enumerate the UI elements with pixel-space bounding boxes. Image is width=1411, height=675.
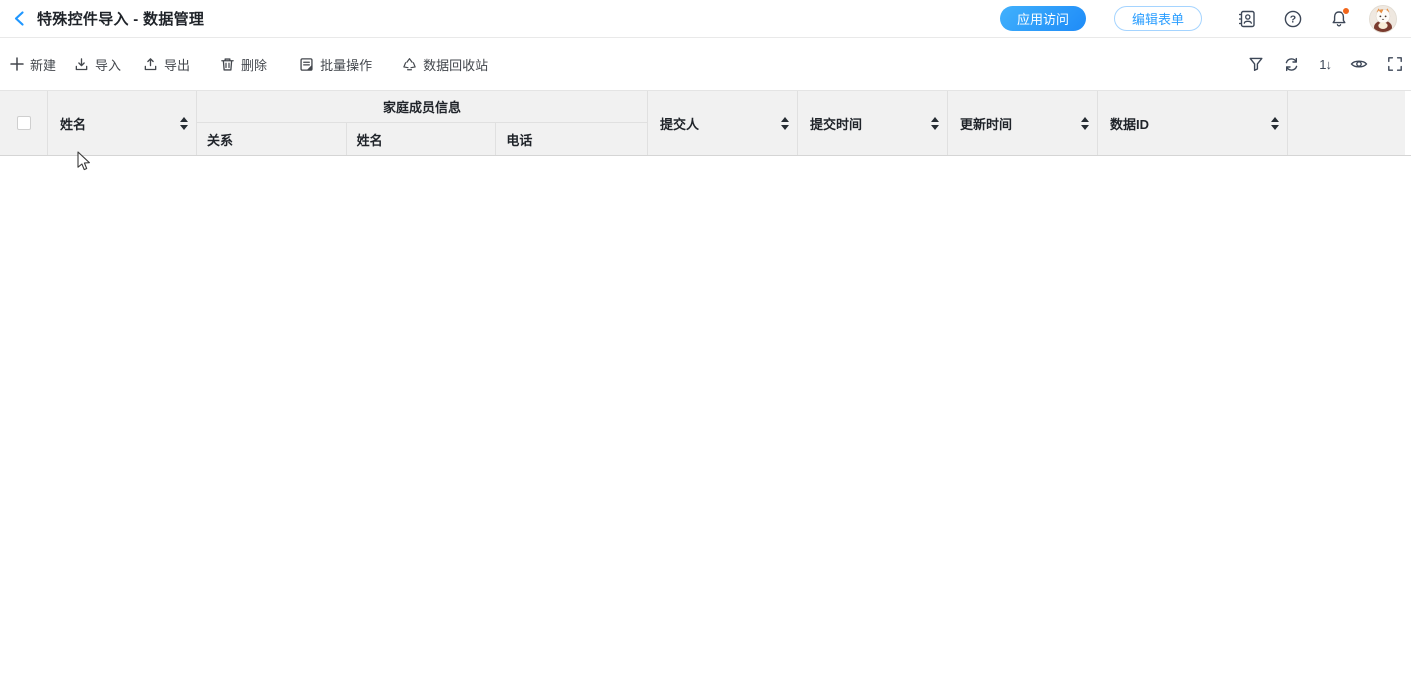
refresh-button[interactable] [1283,56,1300,73]
column-header-data-id[interactable]: 数据ID [1098,91,1288,155]
import-button[interactable]: 导入 [74,55,121,74]
plus-icon [10,57,24,71]
sort-toggle-icon[interactable] [180,117,188,130]
eye-icon [1350,56,1368,72]
sort-order-button[interactable]: 1↓ [1319,57,1331,72]
export-button[interactable]: 导出 [143,55,190,74]
column-group-family-members: 家庭成员信息 关系 姓名 电话 [197,91,648,155]
toolbar-label: 导出 [164,55,190,74]
page-title: 特殊控件导入 - 数据管理 [37,8,204,29]
back-button[interactable] [12,10,27,27]
fullscreen-button[interactable] [1387,56,1403,72]
chevron-left-icon [12,10,27,27]
help-icon[interactable]: ? [1283,9,1303,29]
user-avatar[interactable] [1369,5,1397,33]
select-all-cell [0,91,48,155]
group-label: 家庭成员信息 [383,97,461,116]
column-header-trailing-empty [1288,91,1405,155]
delete-button[interactable]: 删除 [220,55,267,74]
top-bar: 特殊控件导入 - 数据管理 应用访问 编辑表单 ? [0,0,1411,38]
column-label: 更新时间 [960,114,1012,133]
edit-form-button[interactable]: 编辑表单 [1114,6,1202,31]
column-visibility-button[interactable] [1350,56,1368,72]
column-header-submit-time[interactable]: 提交时间 [798,91,948,155]
group-header-cell: 家庭成员信息 [197,91,647,123]
trash-icon [220,57,235,72]
column-header-submitter[interactable]: 提交人 [648,91,798,155]
sort-toggle-icon[interactable] [1081,117,1089,130]
data-recycle-bin-button[interactable]: 数据回收站 [402,55,488,74]
toolbar-label: 导入 [95,55,121,74]
refresh-icon [1283,56,1300,73]
batch-edit-icon [299,57,314,72]
batch-operations-button[interactable]: 批量操作 [299,55,372,74]
scrollbar-gutter [1405,91,1411,155]
subcolumn-header-name[interactable]: 姓名 [347,123,497,155]
column-label: 姓名 [60,114,86,133]
sort-order-icon: 1↓ [1319,57,1331,72]
toolbar-label: 删除 [241,55,267,74]
new-record-button[interactable]: 新建 [10,55,56,74]
column-label: 提交时间 [810,114,862,133]
import-icon [74,57,89,72]
subcolumn-header-relation[interactable]: 关系 [197,123,347,155]
action-toolbar: 新建 导入 导出 删除 [0,38,1411,90]
table-body-empty [0,156,1411,675]
svg-text:?: ? [1290,13,1296,25]
notification-bell-icon[interactable] [1329,9,1349,29]
filter-button[interactable] [1248,56,1264,72]
toolbar-label: 数据回收站 [423,55,488,74]
notification-dot [1342,7,1350,15]
export-icon [143,57,158,72]
fullscreen-icon [1387,56,1403,72]
sort-toggle-icon[interactable] [781,117,789,130]
column-label: 电话 [506,130,532,149]
filter-icon [1248,56,1264,72]
contacts-book-icon[interactable] [1237,9,1257,29]
column-label: 关系 [207,130,233,149]
sort-toggle-icon[interactable] [931,117,939,130]
topbar-actions: 应用访问 编辑表单 ? [1000,5,1397,33]
toolbar-label: 新建 [30,55,56,74]
column-label: 数据ID [1110,114,1149,133]
column-header-name[interactable]: 姓名 [48,91,197,155]
view-tools: 1↓ [1229,56,1403,73]
table-header: 姓名 家庭成员信息 关系 姓名 电话 提交人 [0,90,1411,156]
column-label: 姓名 [357,130,383,149]
app-window: 特殊控件导入 - 数据管理 应用访问 编辑表单 ? [0,0,1411,675]
app-access-button[interactable]: 应用访问 [1000,6,1086,31]
column-label: 提交人 [660,114,699,133]
subcolumn-header-phone[interactable]: 电话 [496,123,647,155]
group-subcolumns: 关系 姓名 电话 [197,123,647,155]
sort-toggle-icon[interactable] [1271,117,1279,130]
column-header-update-time[interactable]: 更新时间 [948,91,1098,155]
recycle-icon [402,57,417,72]
select-all-checkbox[interactable] [17,116,31,130]
toolbar-label: 批量操作 [320,55,372,74]
